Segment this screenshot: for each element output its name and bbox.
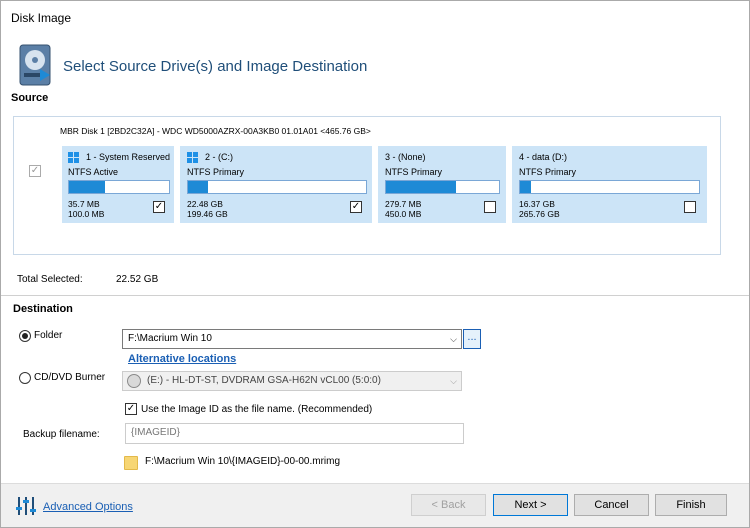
- partition-usage-bar: [385, 180, 500, 194]
- folder-radio[interactable]: [19, 330, 31, 342]
- folder-icon: [124, 456, 138, 470]
- disk-description: MBR Disk 1 [2BD2C32A] - WDC WD5000AZRX-0…: [60, 126, 371, 136]
- partition-checkbox[interactable]: [684, 201, 696, 213]
- partition-name: 2 - (C:): [205, 152, 233, 162]
- partition-type: NTFS Primary: [519, 167, 576, 177]
- partition-used: 16.37 GB: [519, 199, 555, 209]
- folder-path-dropdown[interactable]: F:\Macrium Win 10 ⌵: [122, 329, 462, 349]
- partition-total: 100.0 MB: [68, 209, 105, 219]
- partition-tile-3[interactable]: 3 - (None) NTFS Primary 279.7 MB 450.0 M…: [378, 146, 506, 223]
- partition-type: NTFS Active: [68, 167, 119, 177]
- cancel-button[interactable]: Cancel: [574, 494, 649, 516]
- backup-filename-input[interactable]: {IMAGEID}: [125, 423, 464, 444]
- burner-dropdown[interactable]: (E:) - HL-DT-ST, DVDRAM GSA-H62N vCL00 (…: [122, 371, 462, 391]
- cd-dvd-burner-radio[interactable]: [19, 372, 31, 384]
- partition-usage-bar: [68, 180, 170, 194]
- chevron-down-icon: ⌵: [450, 334, 457, 344]
- partition-usage-bar: [519, 180, 700, 194]
- folder-path-value: F:\Macrium Win 10: [128, 333, 212, 344]
- partition-used: 35.7 MB: [68, 199, 100, 209]
- partition-tile-2[interactable]: 2 - (C:) NTFS Primary 22.48 GB 199.46 GB…: [180, 146, 372, 223]
- alternative-locations-link[interactable]: Alternative locations: [128, 353, 236, 365]
- back-button[interactable]: < Back: [411, 494, 486, 516]
- partition-tile-4[interactable]: 4 - data (D:) NTFS Primary 16.37 GB 265.…: [512, 146, 707, 223]
- source-section-label: Source: [11, 92, 49, 104]
- partition-checkbox[interactable]: ✓: [153, 201, 165, 213]
- windows-logo-icon: [68, 152, 80, 164]
- partition-type: NTFS Primary: [187, 167, 244, 177]
- backup-filename-label: Backup filename:: [23, 429, 100, 440]
- partition-checkbox[interactable]: [484, 201, 496, 213]
- output-path: F:\Macrium Win 10\{IMAGEID}-00-00.mrimg: [145, 456, 341, 467]
- finish-button[interactable]: Finish: [655, 494, 727, 516]
- optical-drive-icon: [127, 374, 141, 388]
- partition-total: 450.0 MB: [385, 209, 422, 219]
- cd-dvd-burner-label: CD/DVD Burner: [34, 372, 106, 383]
- next-button[interactable]: Next >: [493, 494, 568, 516]
- disk-image-window: Disk Image Select Source Drive(s) and Im…: [0, 0, 750, 528]
- total-selected-label: Total Selected:: [17, 274, 83, 285]
- advanced-options-icon[interactable]: [15, 495, 37, 520]
- partition-total: 199.46 GB: [187, 209, 228, 219]
- partition-type: NTFS Primary: [385, 167, 442, 177]
- folder-label: Folder: [34, 330, 63, 341]
- partition-used: 22.48 GB: [187, 199, 223, 209]
- partition-name: 4 - data (D:): [519, 152, 568, 162]
- burner-value: (E:) - HL-DT-ST, DVDRAM GSA-H62N vCL00 (…: [147, 375, 381, 386]
- partition-checkbox[interactable]: ✓: [350, 201, 362, 213]
- partition-name: 1 - System Reserved: [86, 152, 171, 162]
- chevron-down-icon: ⌵: [450, 376, 457, 386]
- partition-usage-bar: [187, 180, 367, 194]
- disk-image-icon: [18, 43, 54, 87]
- partition-used: 279.7 MB: [385, 199, 422, 209]
- section-divider: [1, 295, 749, 296]
- destination-section-label: Destination: [13, 303, 73, 315]
- total-selected-value: 22.52 GB: [116, 274, 159, 285]
- windows-logo-icon: [187, 152, 199, 164]
- partition-total: 265.76 GB: [519, 209, 560, 219]
- partition-tile-1[interactable]: 1 - System Reserved NTFS Active 35.7 MB …: [62, 146, 174, 223]
- use-image-id-checkbox[interactable]: ✓: [125, 403, 137, 415]
- partition-name: 3 - (None): [385, 152, 426, 162]
- advanced-options-link[interactable]: Advanced Options: [43, 501, 133, 513]
- browse-folder-button[interactable]: ...: [463, 329, 481, 349]
- window-title: Disk Image: [11, 11, 72, 25]
- disk-select-checkbox[interactable]: ✓: [29, 165, 41, 177]
- page-title: Select Source Drive(s) and Image Destina…: [63, 58, 368, 75]
- use-image-id-label: Use the Image ID as the file name. (Reco…: [141, 404, 373, 415]
